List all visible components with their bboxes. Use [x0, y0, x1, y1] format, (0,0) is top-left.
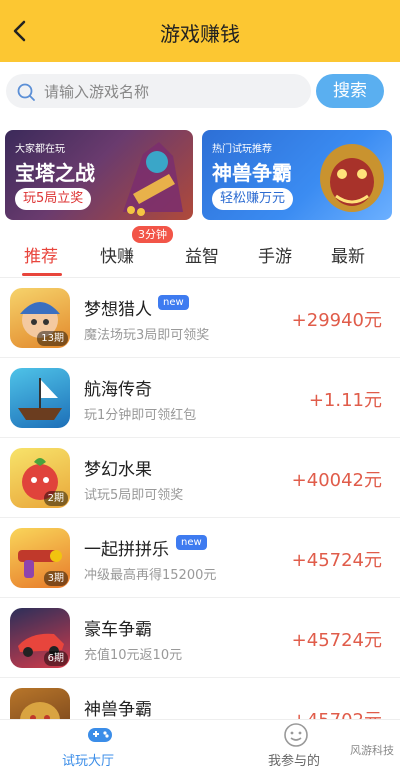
list-item[interactable]: 3期 一起拼拼乐 new 冲级最高再得15200元 +45724元 — [0, 518, 400, 598]
list-item[interactable]: 13期 梦想猎人 new 魔法场玩3局即可领奖 +29940元 — [0, 278, 400, 358]
tab-puzzle[interactable]: 益智 — [185, 242, 219, 267]
banner-tag: 大家都在玩 — [15, 144, 65, 155]
search-icon — [17, 83, 35, 101]
banner-cta: 玩5局立奖 — [15, 188, 92, 210]
game-name: 神兽争霸 — [84, 700, 152, 720]
watermark: 风游科技 — [350, 744, 394, 757]
game-icon-hunter: 13期 — [10, 288, 70, 348]
game-name: 一起拼拼乐 — [84, 540, 169, 560]
tab-latest[interactable]: 最新 — [331, 242, 365, 267]
game-reward: +45702元 — [292, 706, 382, 720]
nav-trial-hall[interactable]: 试玩大厅 — [50, 720, 150, 767]
game-reward: +29940元 — [291, 310, 382, 331]
game-reward: +45724元 — [291, 630, 382, 651]
period-badge: 13期 — [37, 331, 68, 346]
search-button[interactable]: 搜索 — [316, 74, 384, 108]
nav-label: 试玩大厅 — [62, 754, 115, 767]
list-item[interactable]: 航海传奇 玩1分钟即可领红包 +1.11元 — [0, 358, 400, 438]
period-badge: 6期 — [43, 651, 68, 666]
game-desc: 充值10元返10元 — [84, 648, 183, 663]
game-name: 豪车争霸 — [84, 620, 152, 640]
game-desc: 冲级最高再得15200元 — [84, 568, 217, 583]
game-reward: +1.11元 — [308, 390, 382, 411]
game-reward: +45724元 — [291, 550, 382, 571]
tab-mobile-games[interactable]: 手游 — [258, 242, 292, 267]
game-reward: +40042元 — [291, 470, 382, 491]
game-icon-supercar: 6期 — [10, 608, 70, 668]
pirate-ship-icon — [18, 378, 62, 420]
gamepad-icon — [88, 728, 112, 742]
game-icon-beast — [10, 688, 70, 720]
banner-carousel: 大家都在玩 宝塔之战 玩5局立奖 热门试玩推荐 神兽争霸 轻松赚万元 — [0, 120, 400, 232]
beast-head-icon — [20, 702, 60, 720]
new-badge: new — [158, 295, 189, 310]
game-name: 航海传奇 — [84, 380, 152, 400]
search-placeholder: 请输入游戏名称 — [44, 83, 150, 101]
tab-recommend[interactable]: 推荐 — [24, 242, 58, 267]
tab-quick-earn[interactable]: 快赚 — [100, 242, 134, 267]
banner-title: 神兽争霸 — [212, 161, 292, 185]
nav-label: 我参与的 — [268, 754, 321, 767]
game-name: 梦幻水果 — [84, 460, 152, 480]
bottom-nav: 试玩大厅 我参与的 — [0, 719, 400, 767]
page-title: 游戏赚钱 — [160, 22, 240, 46]
game-desc: 玩1分钟即可领红包 — [84, 408, 197, 423]
new-badge: new — [176, 535, 207, 550]
game-icon-fruit: 2期 — [10, 448, 70, 508]
warrior-art-icon — [123, 142, 183, 216]
game-name: 梦想猎人 — [84, 300, 152, 320]
list-item[interactable]: 2期 梦幻水果 试玩5局即可领奖 +40042元 — [0, 438, 400, 518]
banner-title: 宝塔之战 — [15, 161, 95, 185]
list-item[interactable]: 6期 豪车争霸 充值10元返10元 +45724元 — [0, 598, 400, 678]
tab-badge: 3分钟 — [132, 226, 173, 243]
game-desc: 试玩5局即可领奖 — [84, 488, 184, 503]
search-row: 请输入游戏名称 搜索 — [0, 62, 400, 120]
dragon-head-icon — [320, 144, 384, 212]
category-tabs: 推荐 快赚 3分钟 益智 手游 最新 — [0, 226, 400, 278]
game-desc: 魔法场玩3局即可领奖 — [84, 328, 210, 343]
header-bar: 游戏赚钱 — [0, 0, 400, 62]
banner-tower-war[interactable]: 大家都在玩 宝塔之战 玩5局立奖 — [5, 130, 193, 220]
banner-tag: 热门试玩推荐 — [212, 144, 272, 155]
smiley-icon — [284, 723, 308, 747]
game-icon-pinpin: 3期 — [10, 528, 70, 588]
period-badge: 3期 — [43, 571, 68, 586]
search-input[interactable]: 请输入游戏名称 — [6, 74, 311, 108]
nav-my-participation[interactable]: 我参与的 — [248, 720, 348, 767]
game-list: 13期 梦想猎人 new 魔法场玩3局即可领奖 +29940元 航海传奇 玩1分… — [0, 278, 400, 720]
banner-cta: 轻松赚万元 — [212, 188, 294, 210]
game-icon-voyage — [10, 368, 70, 428]
active-tab-indicator — [22, 273, 62, 276]
list-item[interactable]: 神兽争霸 +45702元 — [0, 678, 400, 720]
period-badge: 2期 — [43, 491, 68, 506]
banner-beast-battle[interactable]: 热门试玩推荐 神兽争霸 轻松赚万元 — [202, 130, 392, 220]
